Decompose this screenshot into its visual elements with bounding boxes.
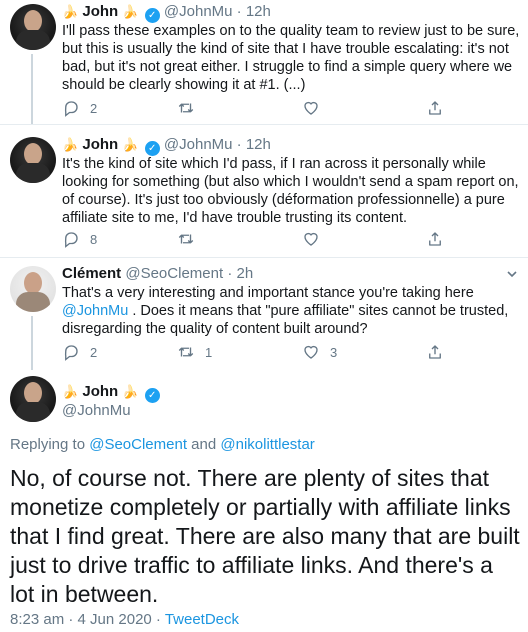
- share-icon: [429, 345, 441, 359]
- tweet-text: That's a very interesting and important …: [62, 284, 522, 338]
- replying-to: Replying to @SeoClement and @nikolittles…: [10, 435, 315, 455]
- tweet-actions: 2: [62, 98, 462, 118]
- retweet-button[interactable]: [177, 229, 205, 249]
- heart-icon: [304, 101, 318, 115]
- tweet-text-part: . Does it means that "pure affiliate" si…: [62, 303, 509, 337]
- thread-line: [31, 54, 33, 124]
- heart-icon: [304, 345, 318, 359]
- user-handle[interactable]: @JohnMu: [62, 401, 131, 421]
- tweet-source-link[interactable]: TweetDeck: [165, 611, 239, 628]
- main-tweet: 🍌 John 🍌 ✓ @JohnMu Replying to @SeoCleme…: [0, 370, 528, 632]
- share-icon: [429, 232, 441, 246]
- separator-dot: ·: [227, 265, 233, 282]
- banana-emoji: 🍌: [122, 4, 139, 19]
- mention-link[interactable]: @nikolittlestar: [220, 436, 314, 453]
- display-name[interactable]: John: [82, 136, 118, 153]
- display-name[interactable]: John: [82, 3, 118, 20]
- user-handle[interactable]: @JohnMu: [164, 3, 233, 20]
- reply-icon: [64, 101, 78, 117]
- banana-emoji: 🍌: [62, 384, 79, 399]
- reply-count: 8: [90, 231, 98, 247]
- banana-emoji: 🍌: [62, 4, 79, 19]
- reply-count: 2: [90, 100, 98, 116]
- separator-dot: ·: [236, 3, 242, 20]
- chevron-down-icon[interactable]: [506, 268, 518, 280]
- retweet-icon: [178, 234, 194, 244]
- reply-button[interactable]: 2: [62, 98, 97, 118]
- tweet-actions: 2 1 3: [62, 342, 462, 362]
- user-handle[interactable]: @SeoClement: [125, 265, 223, 282]
- share-button[interactable]: [426, 98, 444, 118]
- like-button[interactable]: 3: [302, 342, 337, 362]
- avatar[interactable]: [10, 4, 56, 50]
- heart-icon: [304, 232, 318, 246]
- timestamp[interactable]: 12h: [246, 3, 271, 20]
- timestamp[interactable]: 12h: [246, 136, 271, 153]
- reply-icon: [64, 345, 78, 361]
- reply-button[interactable]: 8: [62, 229, 97, 249]
- tweet-2[interactable]: 🍌 John 🍌 ✓ @JohnMu · 12h It's the kind o…: [0, 125, 528, 257]
- verified-icon: ✓: [144, 8, 160, 23]
- tweet-header: 🍌 John 🍌 ✓ @JohnMu · 12h: [62, 2, 271, 23]
- reply-button[interactable]: 2: [62, 342, 97, 362]
- reply-icon: [64, 232, 78, 248]
- tweet-text: I'll pass these examples on to the quali…: [62, 23, 520, 93]
- tweet-timestamp[interactable]: 8:23 am · 4 Jun 2020 ·: [10, 611, 165, 628]
- banana-emoji: 🍌: [122, 137, 139, 152]
- retweet-icon: [178, 103, 194, 113]
- like-count: 3: [330, 344, 338, 360]
- mention-link[interactable]: @SeoClement: [89, 436, 187, 453]
- retweet-button[interactable]: [177, 98, 205, 118]
- verified-icon: ✓: [144, 388, 160, 403]
- avatar[interactable]: [10, 376, 56, 422]
- replying-label: Replying to: [10, 436, 90, 453]
- thread-line: [31, 316, 33, 370]
- avatar[interactable]: [10, 137, 56, 183]
- display-name[interactable]: Clément: [62, 265, 121, 282]
- like-button[interactable]: [302, 98, 330, 118]
- verified-icon: ✓: [144, 141, 160, 156]
- share-button[interactable]: [426, 342, 444, 362]
- tweet-text-part: That's a very interesting and important …: [62, 285, 474, 301]
- retweet-icon: [178, 347, 194, 357]
- share-button[interactable]: [426, 229, 444, 249]
- replying-and: and: [187, 436, 221, 453]
- main-tweet-header: 🍌 John 🍌 ✓: [62, 382, 160, 403]
- retweet-count: 1: [205, 344, 213, 360]
- tweet-meta: 8:23 am · 4 Jun 2020 · TweetDeck: [10, 610, 239, 630]
- timestamp[interactable]: 2h: [236, 265, 253, 282]
- like-button[interactable]: [302, 229, 330, 249]
- tweet-text: It's the kind of site which I'd pass, if…: [62, 156, 519, 226]
- avatar[interactable]: [10, 266, 56, 312]
- tweet-actions: 8: [62, 229, 462, 249]
- share-icon: [429, 101, 441, 115]
- user-handle[interactable]: @JohnMu: [164, 136, 233, 153]
- retweet-button[interactable]: 1: [177, 342, 212, 362]
- banana-emoji: 🍌: [62, 137, 79, 152]
- reply-count: 2: [90, 344, 98, 360]
- mention-link[interactable]: @JohnMu: [62, 303, 128, 319]
- tweet-3[interactable]: Clément @SeoClement · 2h That's a very i…: [0, 258, 528, 370]
- separator-dot: ·: [236, 136, 242, 153]
- banana-emoji: 🍌: [122, 384, 139, 399]
- main-tweet-text: No, of course not. There are plenty of s…: [10, 465, 520, 607]
- tweet-header: Clément @SeoClement · 2h: [62, 264, 253, 284]
- tweet-1[interactable]: 🍌 John 🍌 ✓ @JohnMu · 12h I'll pass these…: [0, 0, 528, 124]
- tweet-header: 🍌 John 🍌 ✓ @JohnMu · 12h: [62, 135, 271, 156]
- display-name[interactable]: John: [82, 383, 118, 400]
